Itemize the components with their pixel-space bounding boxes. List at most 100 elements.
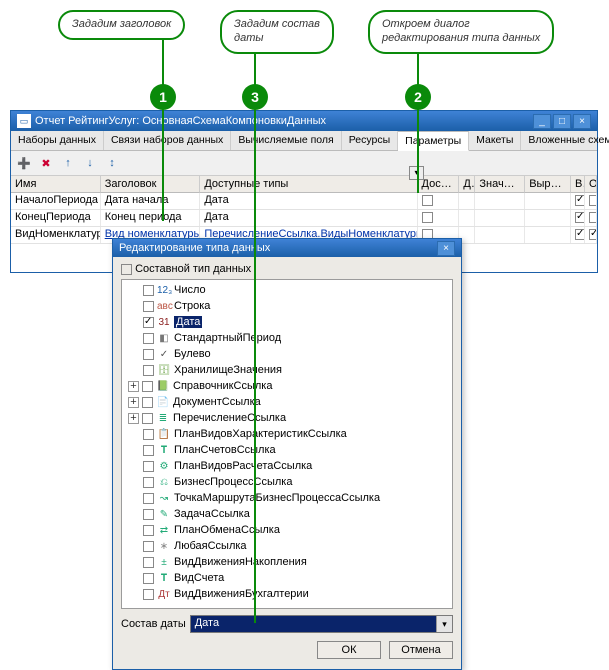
tree-item[interactable]: +📄ДокументСсылка [122,394,452,410]
tree-expand-icon[interactable]: + [128,397,139,408]
tree-checkbox[interactable] [143,429,154,440]
col-v[interactable]: В... [571,176,585,193]
tree-checkbox[interactable] [143,477,154,488]
tree-item[interactable]: ✎ЗадачаСсылка [122,506,452,522]
cancel-button[interactable]: Отмена [389,641,453,659]
tree-checkbox[interactable] [142,397,153,408]
tree-item[interactable]: ✓Булево [122,346,452,362]
composite-type-checkbox[interactable] [121,264,132,275]
cell-name[interactable]: КонецПериода [11,210,101,226]
tab-parameters[interactable]: Параметры [398,131,469,151]
tree-expand-icon[interactable]: + [128,413,139,424]
cell-expr[interactable] [525,193,571,209]
tab-datasets[interactable]: Наборы данных [11,131,104,150]
tree-item[interactable]: 31Дата [122,314,452,330]
col-title[interactable]: Заголовок [101,176,201,193]
cell-expr[interactable] [525,210,571,226]
col-types[interactable]: Доступные типы [200,176,417,193]
tree-checkbox[interactable] [142,381,153,392]
col-d[interactable]: Д [459,176,475,193]
cell-name[interactable]: НачалоПериода [11,193,101,209]
close-button[interactable]: × [573,114,591,129]
ok-button[interactable]: ОК [317,641,381,659]
tab-nested-schemas[interactable]: Вложенные схемы [521,131,609,150]
cell-value[interactable] [475,210,525,226]
cell-available[interactable] [418,210,460,226]
dialog-close-button[interactable]: × [437,241,455,256]
col-expression[interactable]: Выраже... [525,176,571,193]
tree-item[interactable]: aвcСтрока [122,298,452,314]
tab-dataset-links[interactable]: Связи наборов данных [104,131,231,150]
tree-item[interactable]: ∗ЛюбаяСсылка [122,538,452,554]
tree-checkbox[interactable] [143,589,154,600]
tree-item[interactable]: ДтВидДвиженияБухгалтерии [122,586,452,602]
tab-layouts[interactable]: Макеты [469,131,521,150]
tree-item[interactable]: 𝚻ВидСчета [122,570,452,586]
type-edit-dialog: Редактирование типа данных × Составной т… [112,238,462,670]
date-compose-combo[interactable]: Дата ▾ [190,615,453,633]
cell-o[interactable] [585,210,597,226]
cell-title[interactable]: Конец периода [101,210,201,226]
cell-value[interactable] [475,227,525,243]
tree-checkbox[interactable] [142,413,153,424]
toolbar-move-down[interactable]: ↓ [81,154,99,172]
tree-item[interactable]: ⎌БизнесПроцессСсылка [122,474,452,490]
tree-checkbox[interactable] [143,509,154,520]
tree-checkbox[interactable] [143,573,154,584]
date-compose-dropdown-icon[interactable]: ▾ [436,616,452,632]
tab-calculated-fields[interactable]: Вычисляемые поля [231,131,341,150]
tree-item[interactable]: 📋ПланВидовХарактеристикСсылка [122,426,452,442]
tree-item[interactable]: ⇄ПланОбменаСсылка [122,522,452,538]
toolbar-delete[interactable]: ✖ [37,154,55,172]
tree-label: ПланВидовХарактеристикСсылка [174,428,347,440]
cell-o[interactable] [585,193,597,209]
maximize-button[interactable]: □ [553,114,571,129]
tree-checkbox[interactable] [143,365,154,376]
tree-item[interactable]: 𝚻ПланСчетовСсылка [122,442,452,458]
tree-item[interactable]: +📗СправочникСсылка [122,378,452,394]
toolbar-move-up[interactable]: ↑ [59,154,77,172]
tab-resources[interactable]: Ресурсы [342,131,398,150]
tree-checkbox[interactable] [143,285,154,296]
cell-available[interactable] [418,193,460,209]
toolbar-sort[interactable]: ↕ [103,154,121,172]
col-value[interactable]: Значение [475,176,525,193]
tree-checkbox[interactable] [143,525,154,536]
cell-v[interactable] [571,227,585,243]
grid-row[interactable]: НачалоПериодаДата началаДата [11,193,597,210]
cell-title[interactable]: Дата начала [101,193,201,209]
tree-item[interactable]: 🗄ХранилищеЗначения [122,362,452,378]
tree-item[interactable]: ◧СтандартныйПериод [122,330,452,346]
tree-checkbox[interactable] [143,301,154,312]
tree-expand-icon[interactable]: + [128,381,139,392]
cell-o[interactable] [585,227,597,243]
toolbar-add[interactable]: ➕ [15,154,33,172]
tree-item[interactable]: +≣ПеречислениеСсылка [122,410,452,426]
cell-expr[interactable] [525,227,571,243]
cell-v[interactable] [571,193,585,209]
tree-item[interactable]: 12₃Число [122,282,452,298]
cell-v[interactable] [571,210,585,226]
minimize-button[interactable]: _ [533,114,551,129]
tree-checkbox[interactable] [143,461,154,472]
tree-item[interactable]: ⚙ПланВидовРасчетаСсылка [122,458,452,474]
tree-checkbox[interactable] [143,493,154,504]
tree-checkbox[interactable] [143,445,154,456]
type-tree[interactable]: 12₃ЧислоaвcСтрока31Дата◧СтандартныйПерио… [121,279,453,609]
cell-d[interactable] [459,210,475,226]
tree-item[interactable]: ±ВидДвиженияНакопления [122,554,452,570]
col-name[interactable]: Имя [11,176,101,193]
cell-types[interactable]: Дата [200,193,417,209]
tree-checkbox[interactable] [143,557,154,568]
grid-row[interactable]: КонецПериодаКонец периодаДата [11,210,597,227]
tree-checkbox[interactable] [143,349,154,360]
tree-checkbox[interactable] [143,317,154,328]
tree-checkbox[interactable] [143,541,154,552]
col-o[interactable]: О... [585,176,597,193]
tree-item[interactable]: ↝ТочкаМаршрутаБизнесПроцессаСсылка [122,490,452,506]
cell-value[interactable] [475,193,525,209]
cell-name[interactable]: ВидНоменклатуры [11,227,101,243]
cell-types[interactable]: Дата [200,210,417,226]
tree-checkbox[interactable] [143,333,154,344]
cell-d[interactable] [459,193,475,209]
